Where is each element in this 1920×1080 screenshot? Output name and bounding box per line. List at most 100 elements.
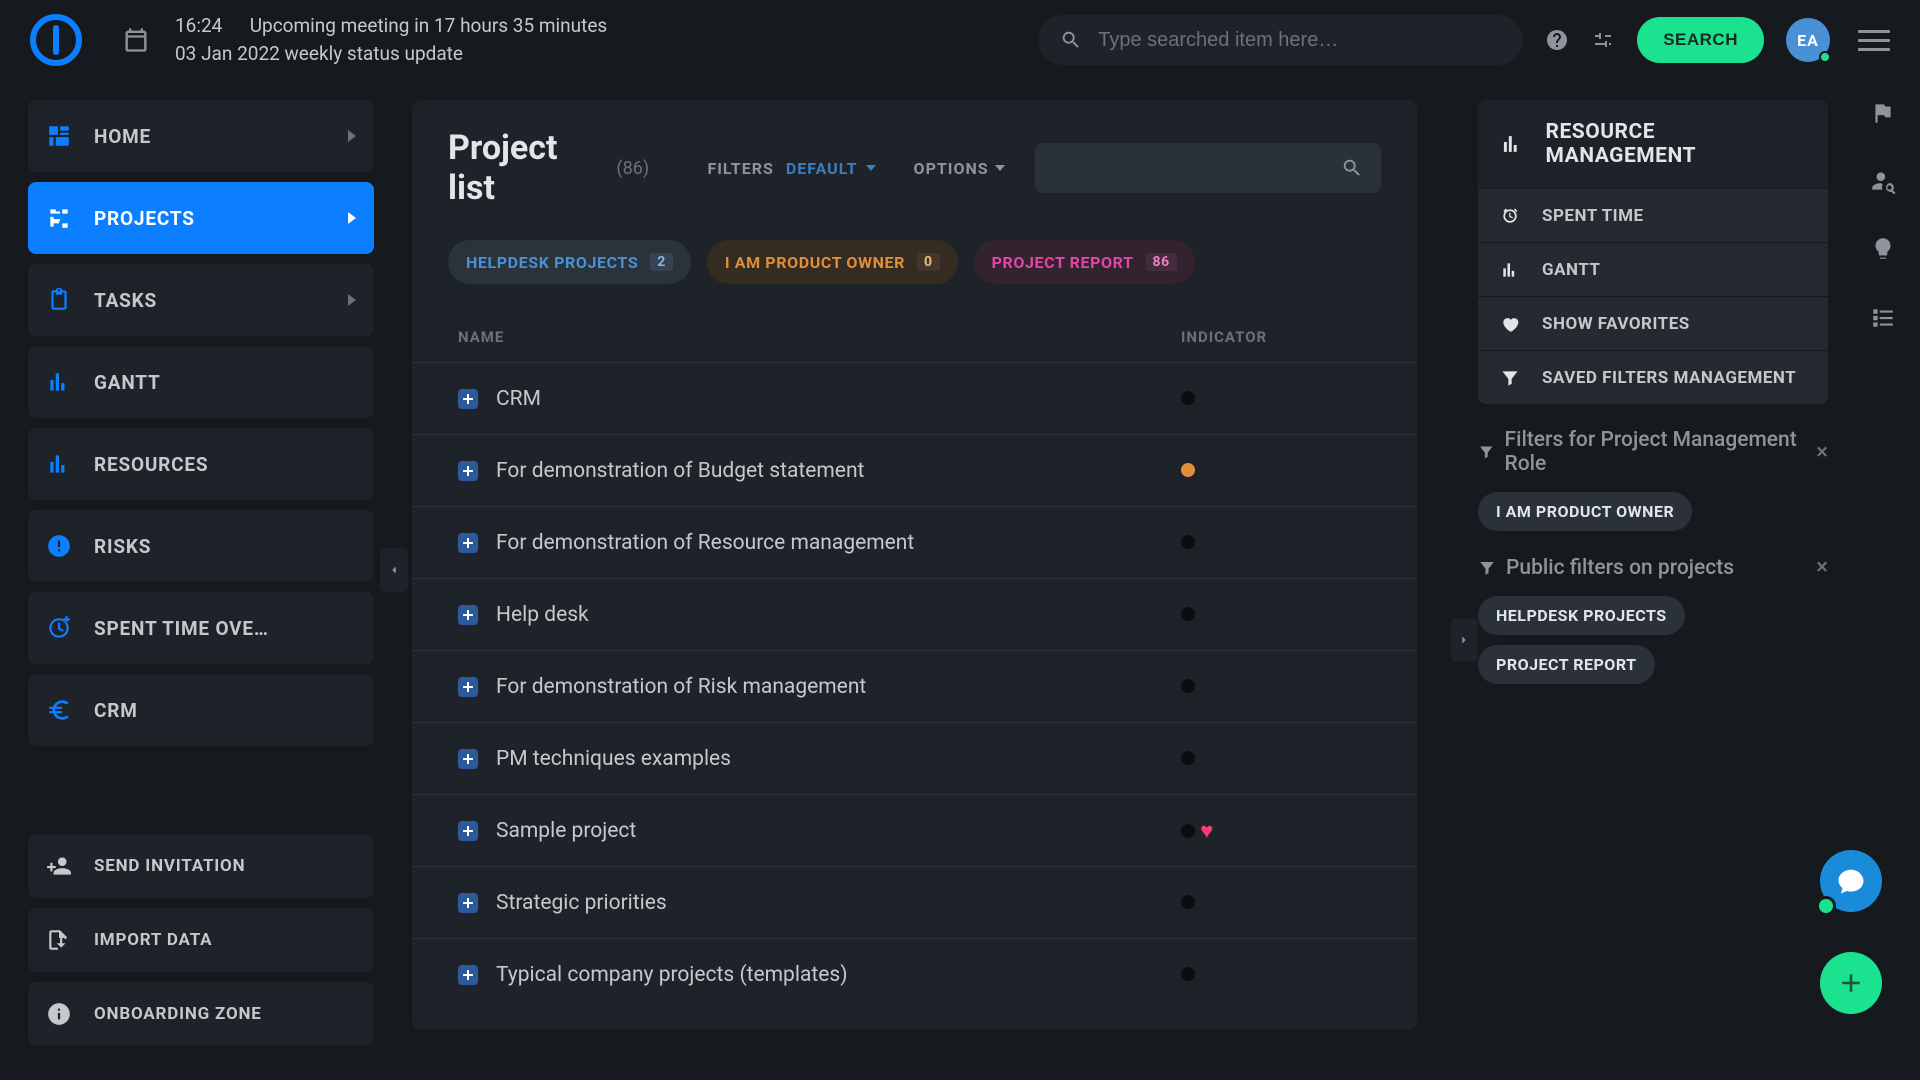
projects-table: NAME INDICATOR CRM For demonstration of …	[412, 312, 1417, 1010]
sidebar-item-spent-time-ove-[interactable]: SPENT TIME OVE…	[28, 592, 374, 664]
filter-block: Public filters on projects × HELPDESK PR…	[1478, 549, 1828, 692]
right-item-saved-filters-management[interactable]: SAVED FILTERS MANAGEMENT	[1478, 350, 1828, 404]
expand-icon[interactable]	[458, 677, 478, 697]
expand-icon[interactable]	[458, 821, 478, 841]
sidebar-item-label: RESOURCES	[94, 453, 356, 476]
funnel-icon	[1478, 443, 1495, 461]
flag-icon[interactable]	[1870, 100, 1896, 126]
filter-block-title: Public filters on projects	[1506, 556, 1734, 580]
close-icon[interactable]: ×	[1816, 555, 1828, 580]
sidebar-footer-onboarding-zone[interactable]: ONBOARDING ZONE	[28, 982, 374, 1046]
filter-tag[interactable]: HELPDESK PROJECTS	[1478, 596, 1685, 635]
help-icon[interactable]	[1545, 28, 1569, 52]
sidebar-footer-import-data[interactable]: IMPORT DATA	[28, 908, 374, 972]
expand-icon[interactable]	[458, 461, 478, 481]
filter-chip-project-report[interactable]: PROJECT REPORT86	[974, 240, 1195, 284]
favorite-heart-icon[interactable]: ♥	[1200, 819, 1213, 844]
chat-fab[interactable]	[1820, 850, 1882, 912]
sidebar-footer-send-invitation[interactable]: SEND INVITATION	[28, 834, 374, 898]
table-row[interactable]: For demonstration of Risk management	[412, 650, 1417, 722]
filter-tag[interactable]: I AM PRODUCT OWNER	[1478, 492, 1692, 531]
filters-dropdown[interactable]: DEFAULT	[786, 159, 876, 178]
expand-icon[interactable]	[458, 533, 478, 553]
right-item-label: GANTT	[1542, 260, 1600, 280]
clock-block: 16:24 Upcoming meeting in 17 hours 35 mi…	[175, 12, 607, 69]
table-row[interactable]: Help desk	[412, 578, 1417, 650]
sidebar-item-label: GANTT	[94, 371, 356, 394]
sidebar-item-resources[interactable]: RESOURCES	[28, 428, 374, 500]
filter-chip-helpdesk-projects[interactable]: HELPDESK PROJECTS2	[448, 240, 691, 284]
chip-count: 2	[650, 253, 673, 271]
project-name: PM techniques examples	[496, 747, 731, 771]
calendar-icon[interactable]	[122, 26, 150, 54]
filter-tags: HELPDESK PROJECTS PROJECT REPORT	[1478, 586, 1828, 692]
bulb-icon[interactable]	[1870, 236, 1896, 262]
project-name: For demonstration of Budget statement	[496, 459, 864, 483]
table-row[interactable]: For demonstration of Resource management	[412, 506, 1417, 578]
filter-block: Filters for Project Management Role × I …	[1478, 422, 1828, 539]
app-logo[interactable]	[30, 14, 82, 66]
table-row[interactable]: For demonstration of Budget statement	[412, 434, 1417, 506]
table-row[interactable]: Typical company projects (templates)	[412, 938, 1417, 1010]
filter-tags: I AM PRODUCT OWNER	[1478, 482, 1828, 539]
info-icon	[46, 1001, 72, 1027]
right-item-gantt[interactable]: GANTT	[1478, 242, 1828, 296]
alarm-icon	[1500, 206, 1520, 226]
plus-icon	[1836, 968, 1866, 998]
expand-icon[interactable]	[458, 893, 478, 913]
search-button[interactable]: SEARCH	[1637, 17, 1764, 63]
chip-count: 86	[1146, 253, 1177, 271]
search-icon	[1060, 29, 1082, 51]
col-header-indicator[interactable]: INDICATOR	[1181, 328, 1381, 346]
person-plus-icon	[46, 853, 72, 879]
expand-icon[interactable]	[458, 965, 478, 985]
indicator-dot	[1181, 391, 1195, 405]
chevron-right-icon	[348, 212, 356, 224]
checklist-icon[interactable]	[1870, 304, 1896, 330]
expand-icon[interactable]	[458, 389, 478, 409]
sidebar-collapse-handle[interactable]	[380, 548, 408, 592]
sidebar-item-home[interactable]: HOME	[28, 100, 374, 172]
close-icon[interactable]: ×	[1816, 440, 1828, 465]
search-input[interactable]	[1096, 28, 1501, 53]
project-name: For demonstration of Risk management	[496, 675, 866, 699]
settings-sliders-icon[interactable]	[1591, 28, 1615, 52]
project-name: Strategic priorities	[496, 891, 667, 915]
sidebar-item-label: SPENT TIME OVE…	[94, 617, 356, 640]
sidebar-item-label: TASKS	[94, 289, 348, 312]
filter-chips-row: HELPDESK PROJECTS2 I AM PRODUCT OWNER0 PRO…	[412, 218, 1417, 294]
sidebar-item-tasks[interactable]: TASKS	[28, 264, 374, 336]
indicator-dot	[1181, 679, 1195, 693]
sidebar-item-risks[interactable]: RISKS	[28, 510, 374, 582]
person-search-icon[interactable]	[1870, 168, 1896, 194]
right-item-show-favorites[interactable]: SHOW FAVORITES	[1478, 296, 1828, 350]
expand-icon[interactable]	[458, 605, 478, 625]
table-row[interactable]: CRM	[412, 362, 1417, 434]
right-card-header[interactable]: RESOURCE MANAGEMENT	[1478, 100, 1828, 188]
table-header: NAME INDICATOR	[412, 312, 1417, 362]
project-name: For demonstration of Resource management	[496, 531, 914, 555]
project-name: Help desk	[496, 603, 589, 627]
clipboard-icon	[46, 287, 72, 313]
right-item-spent-time[interactable]: SPENT TIME	[1478, 188, 1828, 242]
add-fab[interactable]	[1820, 952, 1882, 1014]
options-dropdown[interactable]: OPTIONS	[914, 159, 1005, 178]
upcoming-meeting-label: Upcoming meeting in 17 hours 35 minutes	[250, 14, 608, 37]
avatar[interactable]: EA	[1786, 18, 1830, 62]
sidebar-item-crm[interactable]: CRM	[28, 674, 374, 746]
options-label: OPTIONS	[914, 159, 989, 178]
sidebar-item-gantt[interactable]: GANTT	[28, 346, 374, 418]
expand-icon[interactable]	[458, 749, 478, 769]
hamburger-menu-icon[interactable]	[1858, 24, 1890, 57]
col-header-name[interactable]: NAME	[448, 328, 1181, 346]
global-search[interactable]	[1038, 15, 1523, 65]
euro-icon	[46, 697, 72, 723]
sidebar-item-projects[interactable]: PROJECTS	[28, 182, 374, 254]
table-row[interactable]: PM techniques examples	[412, 722, 1417, 794]
right-panel-expand-handle[interactable]	[1450, 618, 1478, 662]
filter-chip-i-am-product-owner[interactable]: I AM PRODUCT OWNER0	[707, 240, 958, 284]
filter-tag[interactable]: PROJECT REPORT	[1478, 645, 1655, 684]
table-row[interactable]: Strategic priorities	[412, 866, 1417, 938]
table-search[interactable]	[1035, 143, 1381, 193]
table-row[interactable]: Sample project ♥	[412, 794, 1417, 866]
